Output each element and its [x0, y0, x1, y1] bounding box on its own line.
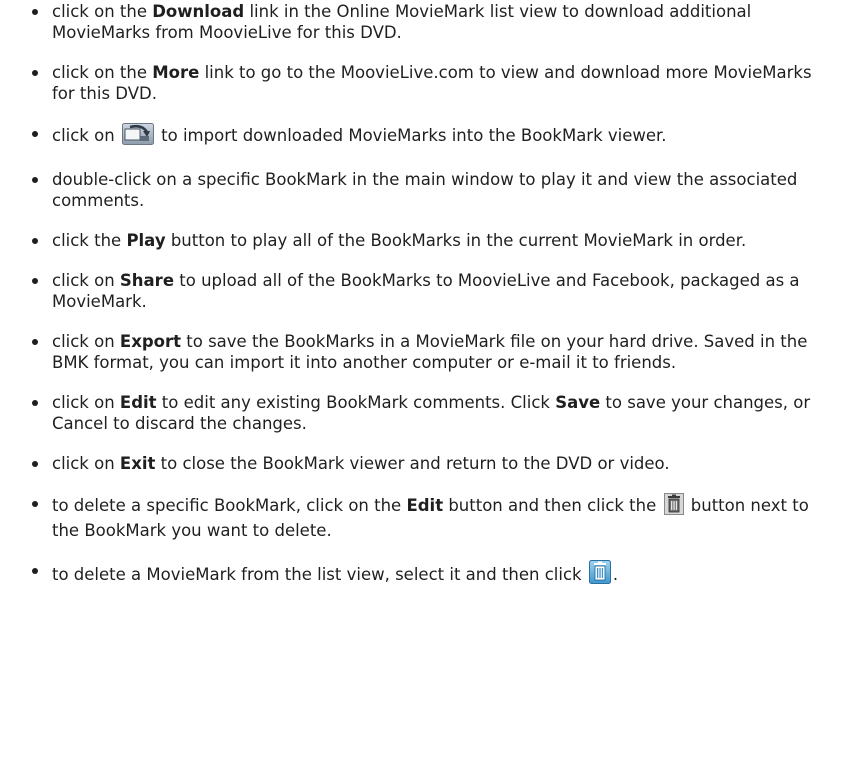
list-item: click the Play button to play all of the…	[32, 230, 822, 251]
save-keyword: Save	[555, 393, 601, 412]
list-item: click on the More link to go to the Moov…	[32, 62, 822, 104]
bullet	[32, 131, 38, 137]
edit-keyword: Edit	[119, 393, 157, 412]
list-item: to delete a specific BookMark, click on …	[32, 493, 822, 541]
item-text: click on	[52, 271, 120, 290]
list-item: click on the Download link in the Online…	[32, 1, 822, 43]
bullet	[32, 70, 38, 76]
edit-keyword: Edit	[406, 496, 444, 515]
item-text: click on the	[52, 63, 153, 82]
more-keyword: More	[152, 63, 200, 82]
share-keyword: Share	[119, 271, 175, 290]
item-text: click on	[52, 454, 120, 473]
list-item: to delete a MovieMark from the list view…	[32, 560, 822, 589]
bullet	[32, 568, 38, 574]
item-text: click the	[52, 231, 127, 250]
item-text: button to play all of the BookMarks in t…	[165, 231, 747, 250]
bullet	[32, 177, 38, 183]
item-text: double-click on a specific BookMark in t…	[52, 170, 798, 210]
item-text: click on	[52, 393, 120, 412]
list-item: click on to import downloaded MovieMarks…	[32, 123, 822, 150]
item-text: .	[612, 565, 619, 584]
bullet	[32, 339, 38, 345]
exit-keyword: Exit	[119, 454, 156, 473]
instruction-list: click on the Download link in the Online…	[0, 1, 862, 589]
list-item: click on Share to upload all of the Book…	[32, 270, 822, 312]
list-item: click on Export to save the BookMarks in…	[32, 331, 822, 373]
item-text: to delete a specific BookMark, click on …	[52, 496, 407, 515]
item-text: to close the BookMark viewer and return …	[155, 454, 670, 473]
list-item: click on Exit to close the BookMark view…	[32, 453, 822, 474]
bullet	[32, 461, 38, 467]
item-text: click on	[52, 332, 120, 351]
bullet	[32, 9, 38, 15]
item-text: to import downloaded MovieMarks into the…	[155, 126, 667, 145]
download-keyword: Download	[152, 2, 245, 21]
list-item: click on Edit to edit any existing BookM…	[32, 392, 822, 434]
bullet	[32, 400, 38, 406]
bullet	[32, 238, 38, 244]
bullet	[32, 278, 38, 284]
item-text: button and then click the	[443, 496, 662, 515]
item-text: click on the	[52, 2, 153, 21]
trash-icon-blue	[588, 560, 611, 589]
list-item: double-click on a specific BookMark in t…	[32, 169, 822, 211]
bullet	[32, 501, 38, 507]
item-text: to delete a MovieMark from the list view…	[52, 565, 587, 584]
export-keyword: Export	[119, 332, 182, 351]
item-text: click on	[52, 126, 120, 145]
trash-icon	[663, 493, 684, 520]
play-keyword: Play	[126, 231, 166, 250]
import-icon	[121, 123, 154, 150]
item-text: to edit any existing BookMark comments. …	[156, 393, 556, 412]
